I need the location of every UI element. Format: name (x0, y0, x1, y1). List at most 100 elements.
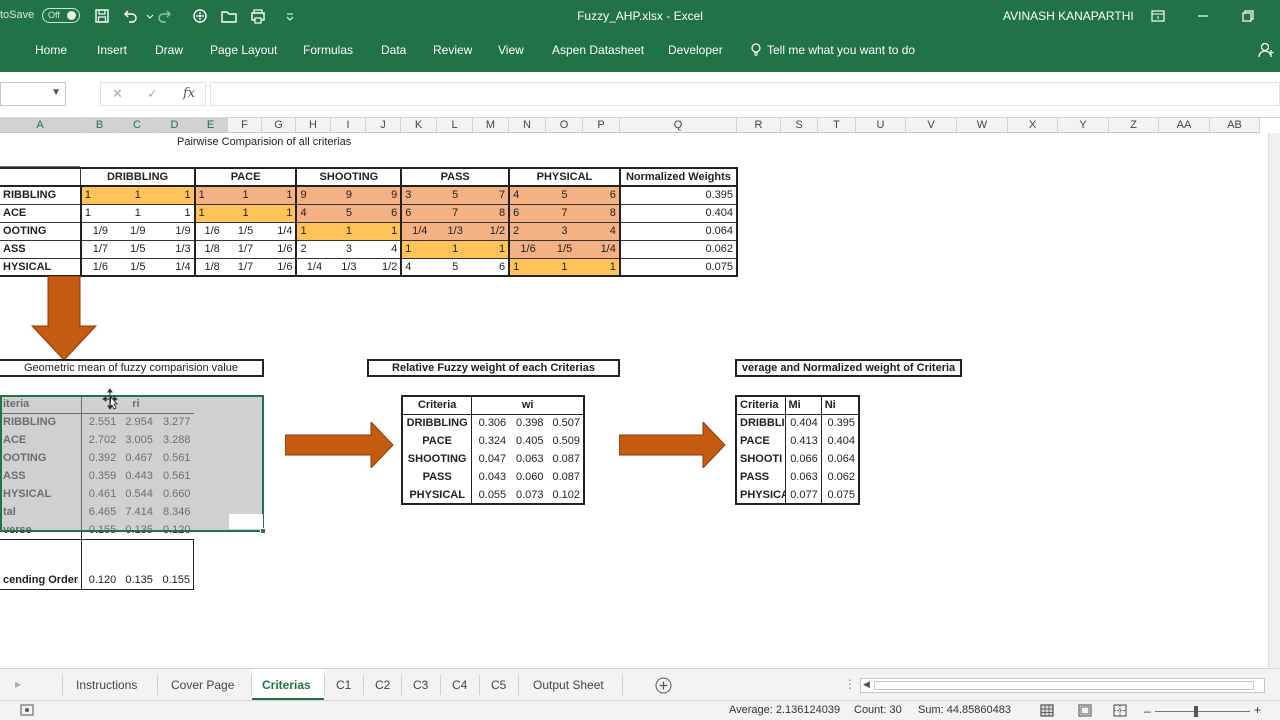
table-cell[interactable]: 4 (509, 186, 547, 204)
scrollbar-thumb[interactable] (874, 681, 1254, 690)
scroll-tabs-right-icon[interactable]: ▸ (15, 677, 21, 691)
row-label-cell[interactable]: HYSICAL (0, 485, 83, 503)
row-label-cell[interactable]: DRIBBLI (736, 414, 786, 432)
redo-icon[interactable] (156, 7, 174, 25)
table-cell[interactable]: 0.063 (785, 468, 822, 486)
macro-record-icon[interactable] (20, 704, 34, 716)
spreadsheet-compare-icon[interactable] (191, 7, 209, 25)
table-cell[interactable]: 1 (156, 186, 196, 204)
table-cell[interactable]: 0.404 (821, 432, 859, 450)
column-header[interactable]: N (509, 118, 546, 133)
table-cell[interactable]: 0.062 (821, 468, 859, 486)
table-cell[interactable]: 0.075 (821, 486, 859, 504)
column-header[interactable]: O (546, 118, 583, 133)
table-cell[interactable]: 1 (509, 258, 547, 276)
table-cell[interactable]: 1/3 (331, 258, 366, 276)
table-cell[interactable]: 1/7 (81, 240, 119, 258)
table-cell[interactable] (0, 168, 82, 187)
table-cell[interactable]: 6.465 (82, 503, 120, 521)
table-cell[interactable]: 0.443 (119, 467, 156, 485)
row-label-cell[interactable]: PHYSICA (736, 486, 786, 504)
tab-formulas[interactable]: Formulas (303, 43, 353, 57)
row-label-cell[interactable]: verse (0, 521, 83, 539)
column-header[interactable]: L (437, 118, 473, 133)
column-header[interactable]: K (401, 118, 437, 133)
table-cell[interactable]: 0.066 (785, 450, 822, 468)
table-cell[interactable]: 1 (331, 222, 367, 240)
table-cell[interactable]: 1 (118, 186, 157, 204)
tab-aspen-datasheet[interactable]: Aspen Datasheet (552, 43, 644, 57)
table-cell[interactable]: 0.120 (82, 571, 120, 589)
print-preview-icon[interactable] (249, 7, 267, 25)
row-label-cell[interactable]: OOTING (0, 222, 82, 240)
table-cell[interactable]: 2 (296, 240, 331, 258)
row-label-cell[interactable]: PASS (402, 468, 473, 486)
row-label-cell[interactable]: DRIBBLING (402, 414, 473, 432)
criteria-header-cell[interactable]: PASS (401, 168, 511, 187)
column-header[interactable]: A (0, 118, 81, 133)
table-cell[interactable]: 3 (401, 186, 438, 204)
normalized-weight-cell[interactable]: 0.395 (619, 186, 738, 204)
mi-header-cell[interactable]: Mi (785, 396, 822, 414)
open-folder-icon[interactable] (220, 7, 238, 25)
table-cell[interactable]: 1 (582, 258, 621, 276)
row-label-cell[interactable]: OOTING (0, 449, 83, 467)
table-cell[interactable]: 0.063 (509, 450, 546, 468)
table-cell[interactable]: 1 (296, 222, 332, 240)
table-cell[interactable]: 1/6 (262, 258, 298, 276)
sheet-tab-c5[interactable]: C5 (491, 678, 506, 692)
insert-function-icon[interactable]: fx (183, 86, 195, 101)
table-cell[interactable]: 9 (366, 186, 403, 204)
column-header[interactable]: C (119, 118, 156, 133)
normalized-weight-cell[interactable]: 0.064 (619, 222, 738, 240)
restore-icon[interactable] (1238, 6, 1258, 26)
table-cell[interactable]: 1/4 (582, 240, 621, 258)
table-cell[interactable]: 1/5 (119, 240, 157, 258)
column-header[interactable]: V (906, 118, 957, 133)
table-cell[interactable]: 3.277 (156, 413, 194, 431)
table-cell[interactable]: 1 (81, 204, 119, 222)
table-cell[interactable]: 2.702 (82, 431, 120, 449)
table-cell[interactable]: 3 (331, 240, 366, 258)
table-cell[interactable]: 1/5 (229, 222, 263, 240)
tab-page-layout[interactable]: Page Layout (210, 43, 277, 57)
zoom-slider-knob[interactable] (1194, 706, 1198, 717)
table-cell[interactable]: 1 (262, 204, 298, 222)
table-cell[interactable]: 7 (437, 204, 474, 222)
row-label-cell[interactable]: RIBBLING (0, 186, 82, 204)
table-cell[interactable]: 3 (546, 222, 583, 240)
table-cell[interactable]: 1/2 (366, 258, 403, 276)
table-cell[interactable]: 4 (366, 240, 403, 258)
table-cell[interactable]: 1/4 (156, 258, 196, 276)
table-cell[interactable]: 6 (401, 204, 438, 222)
zoom-out-icon[interactable]: – (1144, 704, 1151, 718)
column-header[interactable]: M (473, 118, 509, 133)
row-label-cell[interactable]: PACE (736, 432, 786, 450)
ni-header-cell[interactable]: Ni (821, 396, 859, 414)
tab-data[interactable]: Data (381, 43, 406, 57)
add-sheet-icon[interactable] (655, 677, 672, 694)
table-cell[interactable]: 0.359 (82, 467, 120, 485)
table-cell[interactable]: 1/5 (546, 240, 583, 258)
normalized-weight-cell[interactable]: 0.075 (619, 258, 738, 276)
tab-draw[interactable]: Draw (155, 43, 183, 57)
table-cell[interactable]: 1/2 (473, 222, 511, 240)
cancel-icon[interactable]: ✕ (112, 86, 123, 102)
row-label-cell[interactable]: ASS (0, 240, 82, 258)
tab-review[interactable]: Review (433, 43, 472, 57)
table-cell[interactable]: 0.064 (821, 450, 859, 468)
sheet-tab-c2[interactable]: C2 (375, 678, 390, 692)
table-cell[interactable]: 8 (582, 204, 621, 222)
criteria-header-cell[interactable]: Normalized Weights (619, 168, 739, 187)
table-cell[interactable]: 0.561 (156, 449, 194, 467)
table-cell[interactable]: 6 (582, 186, 621, 204)
zoom-in-icon[interactable]: + (1254, 703, 1261, 717)
tab-view[interactable]: View (498, 43, 524, 57)
wi-header-cell[interactable]: wi (472, 396, 584, 414)
sheet-tab-c3[interactable]: C3 (413, 678, 428, 692)
row-label-cell[interactable]: PHYSICAL (402, 486, 473, 504)
table-cell[interactable]: 1 (228, 186, 263, 204)
table-cell[interactable]: 1/9 (156, 222, 196, 240)
active-cell[interactable] (229, 514, 263, 529)
table-cell[interactable]: 0.392 (82, 449, 120, 467)
